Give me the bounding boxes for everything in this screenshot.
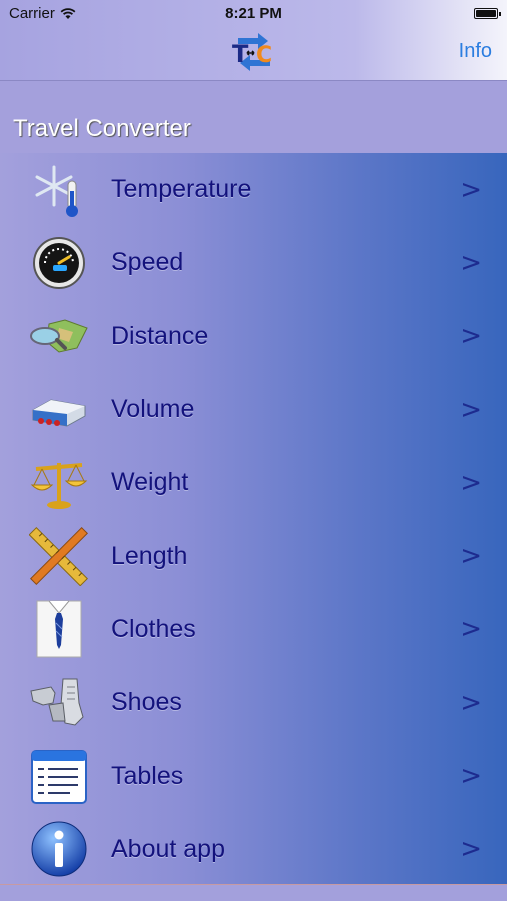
list-item-length[interactable]: Length > <box>0 519 507 592</box>
chevron-right-icon: > <box>460 394 482 425</box>
chevron-right-icon: > <box>460 247 482 278</box>
item-label: Tables <box>111 761 184 790</box>
chevron-right-icon: > <box>460 687 482 718</box>
converter-list: Temperature > Speed > Distance > Volume … <box>0 153 507 884</box>
chevron-right-icon: > <box>460 174 482 205</box>
scales-icon <box>29 453 89 513</box>
item-label: Volume <box>111 395 195 424</box>
info-button[interactable]: Info <box>459 40 492 63</box>
item-label: Distance <box>111 321 209 350</box>
item-label: Shoes <box>111 688 182 717</box>
chevron-right-icon: > <box>460 761 482 792</box>
chevron-right-icon: > <box>460 614 482 645</box>
status-time: 8:21 PM <box>225 5 282 22</box>
section-title: Travel Converter <box>13 115 191 142</box>
item-label: Speed <box>111 248 184 277</box>
list-item-volume[interactable]: Volume > <box>0 373 507 446</box>
list-item-clothes[interactable]: Clothes > <box>0 593 507 666</box>
list-item-weight[interactable]: Weight > <box>0 446 507 519</box>
item-label: Weight <box>111 468 189 497</box>
snowflake-thermometer-icon <box>29 160 89 220</box>
list-item-temperature[interactable]: Temperature > <box>0 153 507 226</box>
map-magnifier-icon <box>29 306 89 366</box>
item-label: Temperature <box>111 175 252 204</box>
chevron-right-icon: > <box>460 834 482 865</box>
svg-text:C: C <box>256 43 272 68</box>
item-label: Clothes <box>111 614 196 643</box>
speedometer-icon <box>29 233 89 293</box>
info-icon <box>29 819 89 879</box>
list-item-speed[interactable]: Speed > <box>0 226 507 299</box>
list-item-tables[interactable]: Tables > <box>0 739 507 812</box>
svg-text:T: T <box>232 40 249 68</box>
shirt-tie-icon <box>29 599 89 659</box>
ruler-icon <box>29 526 89 587</box>
item-label: About app <box>111 834 225 863</box>
battery-icon <box>474 8 501 19</box>
item-label: Length <box>111 541 188 570</box>
list-item-shoes[interactable]: Shoes > <box>0 666 507 739</box>
chevron-right-icon: > <box>460 541 482 572</box>
list-item-distance[interactable]: Distance > <box>0 300 507 373</box>
table-icon <box>29 746 89 806</box>
status-bar: Carrier 8:21 PM <box>0 0 507 28</box>
travel-converter-logo-icon: T C <box>228 28 280 76</box>
tanker-truck-icon <box>29 380 89 440</box>
chevron-right-icon: > <box>460 321 482 352</box>
shoes-icon <box>29 673 89 733</box>
chevron-right-icon: > <box>460 467 482 498</box>
list-item-about-app[interactable]: About app > <box>0 813 507 886</box>
bottom-bar <box>0 884 507 901</box>
